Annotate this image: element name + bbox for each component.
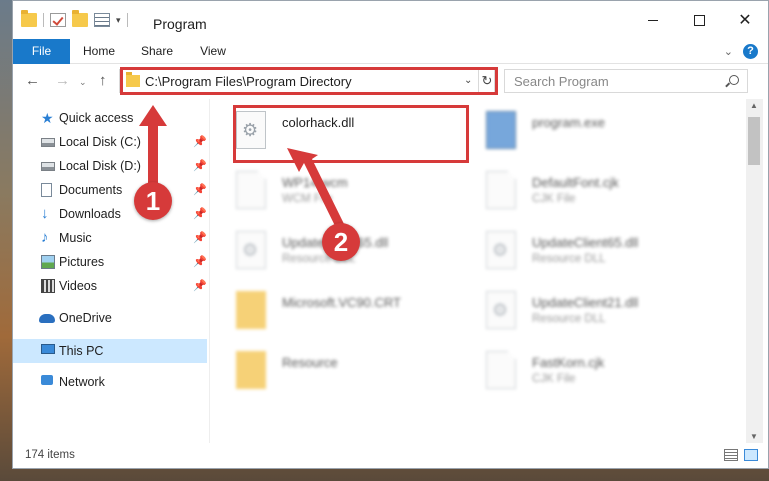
arrow-2 (287, 148, 347, 234)
step-2-badge: 2 (322, 223, 360, 261)
file-explorer-window: ▾ Program ✕ File Home Share View ⌄ ? ← →… (12, 0, 769, 469)
step-1-badge: 1 (134, 182, 172, 220)
arrow-1 (139, 105, 167, 191)
annotation-arrows (139, 105, 347, 234)
